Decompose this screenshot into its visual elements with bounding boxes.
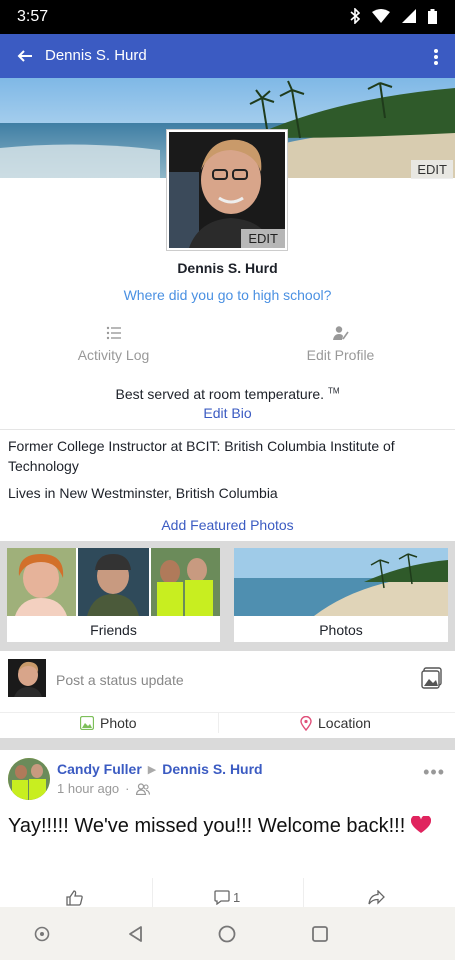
lives-info[interactable]: Lives in New Westminster, British Columb… (8, 483, 438, 503)
assistant-icon[interactable] (32, 924, 52, 944)
edit-profile-label: Edit Profile (306, 347, 375, 363)
post-more-icon[interactable]: ••• (423, 762, 445, 783)
cover-edit-button[interactable]: EDIT (411, 160, 453, 179)
profile-actions: Activity Log Edit Profile (0, 325, 455, 370)
status-icons (350, 8, 437, 24)
profile-name: Dennis S. Hurd (177, 260, 278, 276)
thumbs-up-icon (66, 890, 83, 906)
post-body: Yay!!!!! We've missed you!!! Welcome bac… (8, 812, 438, 840)
post-author-avatar[interactable] (8, 758, 50, 800)
divider (0, 429, 455, 430)
add-featured-photos-link[interactable]: Add Featured Photos (0, 517, 455, 533)
system-nav-bar (0, 907, 455, 960)
high-school-prompt-link[interactable]: Where did you go to high school? (0, 287, 455, 303)
photo-label: Photo (100, 715, 137, 731)
location-button[interactable]: Location (300, 715, 371, 731)
post-timestamp[interactable]: 1 hour ago (57, 781, 119, 796)
list-icon (106, 326, 121, 340)
app-bar-title: Dennis S. Hurd (45, 47, 147, 64)
composer-avatar (8, 659, 46, 697)
avatar-edit-button[interactable]: EDIT (241, 229, 285, 248)
recents-nav-icon[interactable] (310, 924, 330, 944)
like-button[interactable] (66, 890, 83, 906)
post-author-name[interactable]: Candy Fuller (57, 761, 142, 777)
edit-person-icon (332, 326, 349, 340)
work-info[interactable]: Former College Instructor at BCIT: Briti… (8, 436, 438, 476)
location-pin-icon (300, 715, 312, 731)
friends-card[interactable]: Friends (7, 548, 220, 642)
composer-buttons: Photo Location (0, 712, 455, 734)
photo-icon (80, 716, 94, 730)
status-update-input[interactable]: Post a status update (56, 672, 184, 688)
post-body-text: Yay!!!!! We've missed you!!! Welcome bac… (8, 815, 406, 837)
post-target-name[interactable]: Dennis S. Hurd (162, 761, 262, 777)
battery-icon (428, 8, 437, 24)
bio-text: Best served at room temperature. TM (0, 386, 455, 402)
status-bar: 3:57 (0, 0, 455, 34)
back-nav-icon[interactable] (126, 924, 146, 944)
edit-bio-link[interactable]: Edit Bio (0, 405, 455, 421)
signal-icon (402, 9, 416, 23)
friends-thumbnails (7, 548, 220, 616)
react-divider (303, 878, 304, 908)
wifi-icon (372, 9, 390, 23)
post-header: Candy Fuller ▶ Dennis S. Hurd (57, 761, 263, 777)
edit-profile-button[interactable]: Edit Profile (227, 325, 454, 363)
friends-label: Friends (90, 622, 137, 638)
bio-text-content: Best served at room temperature. (115, 386, 325, 402)
section-separator (0, 738, 455, 750)
photos-label: Photos (319, 622, 363, 638)
home-nav-icon[interactable] (217, 924, 237, 944)
composer-divider (218, 713, 219, 733)
triangle-right-icon: ▶ (147, 763, 157, 776)
add-photo-icon[interactable] (421, 667, 443, 689)
photos-card[interactable]: Photos (234, 548, 448, 642)
bluetooth-icon (350, 8, 360, 24)
meta-dot: · (125, 781, 130, 796)
photos-thumbnail (234, 548, 448, 616)
more-vert-icon[interactable] (431, 46, 441, 68)
feed-post: Candy Fuller ▶ Dennis S. Hurd 1 hour ago… (0, 750, 455, 910)
activity-log-label: Activity Log (77, 347, 150, 363)
share-button[interactable] (368, 890, 385, 905)
profile-avatar[interactable]: EDIT (167, 130, 287, 250)
comment-icon (214, 890, 230, 905)
back-arrow-icon[interactable] (14, 45, 36, 67)
status-composer: Post a status update Photo Location (0, 652, 455, 738)
activity-log-button[interactable]: Activity Log (0, 325, 227, 363)
friends-audience-icon (135, 782, 150, 795)
react-divider (152, 878, 153, 908)
share-icon (368, 890, 385, 905)
heart-icon (410, 815, 431, 833)
post-meta: 1 hour ago · (57, 781, 150, 796)
comment-button[interactable]: 1 (214, 890, 240, 905)
comment-count: 1 (233, 890, 241, 905)
location-label: Location (318, 715, 371, 731)
app-bar: Dennis S. Hurd (0, 34, 455, 78)
bio-trademark: TM (327, 386, 340, 396)
photo-button[interactable]: Photo (80, 715, 137, 731)
status-time: 3:57 (17, 8, 49, 25)
